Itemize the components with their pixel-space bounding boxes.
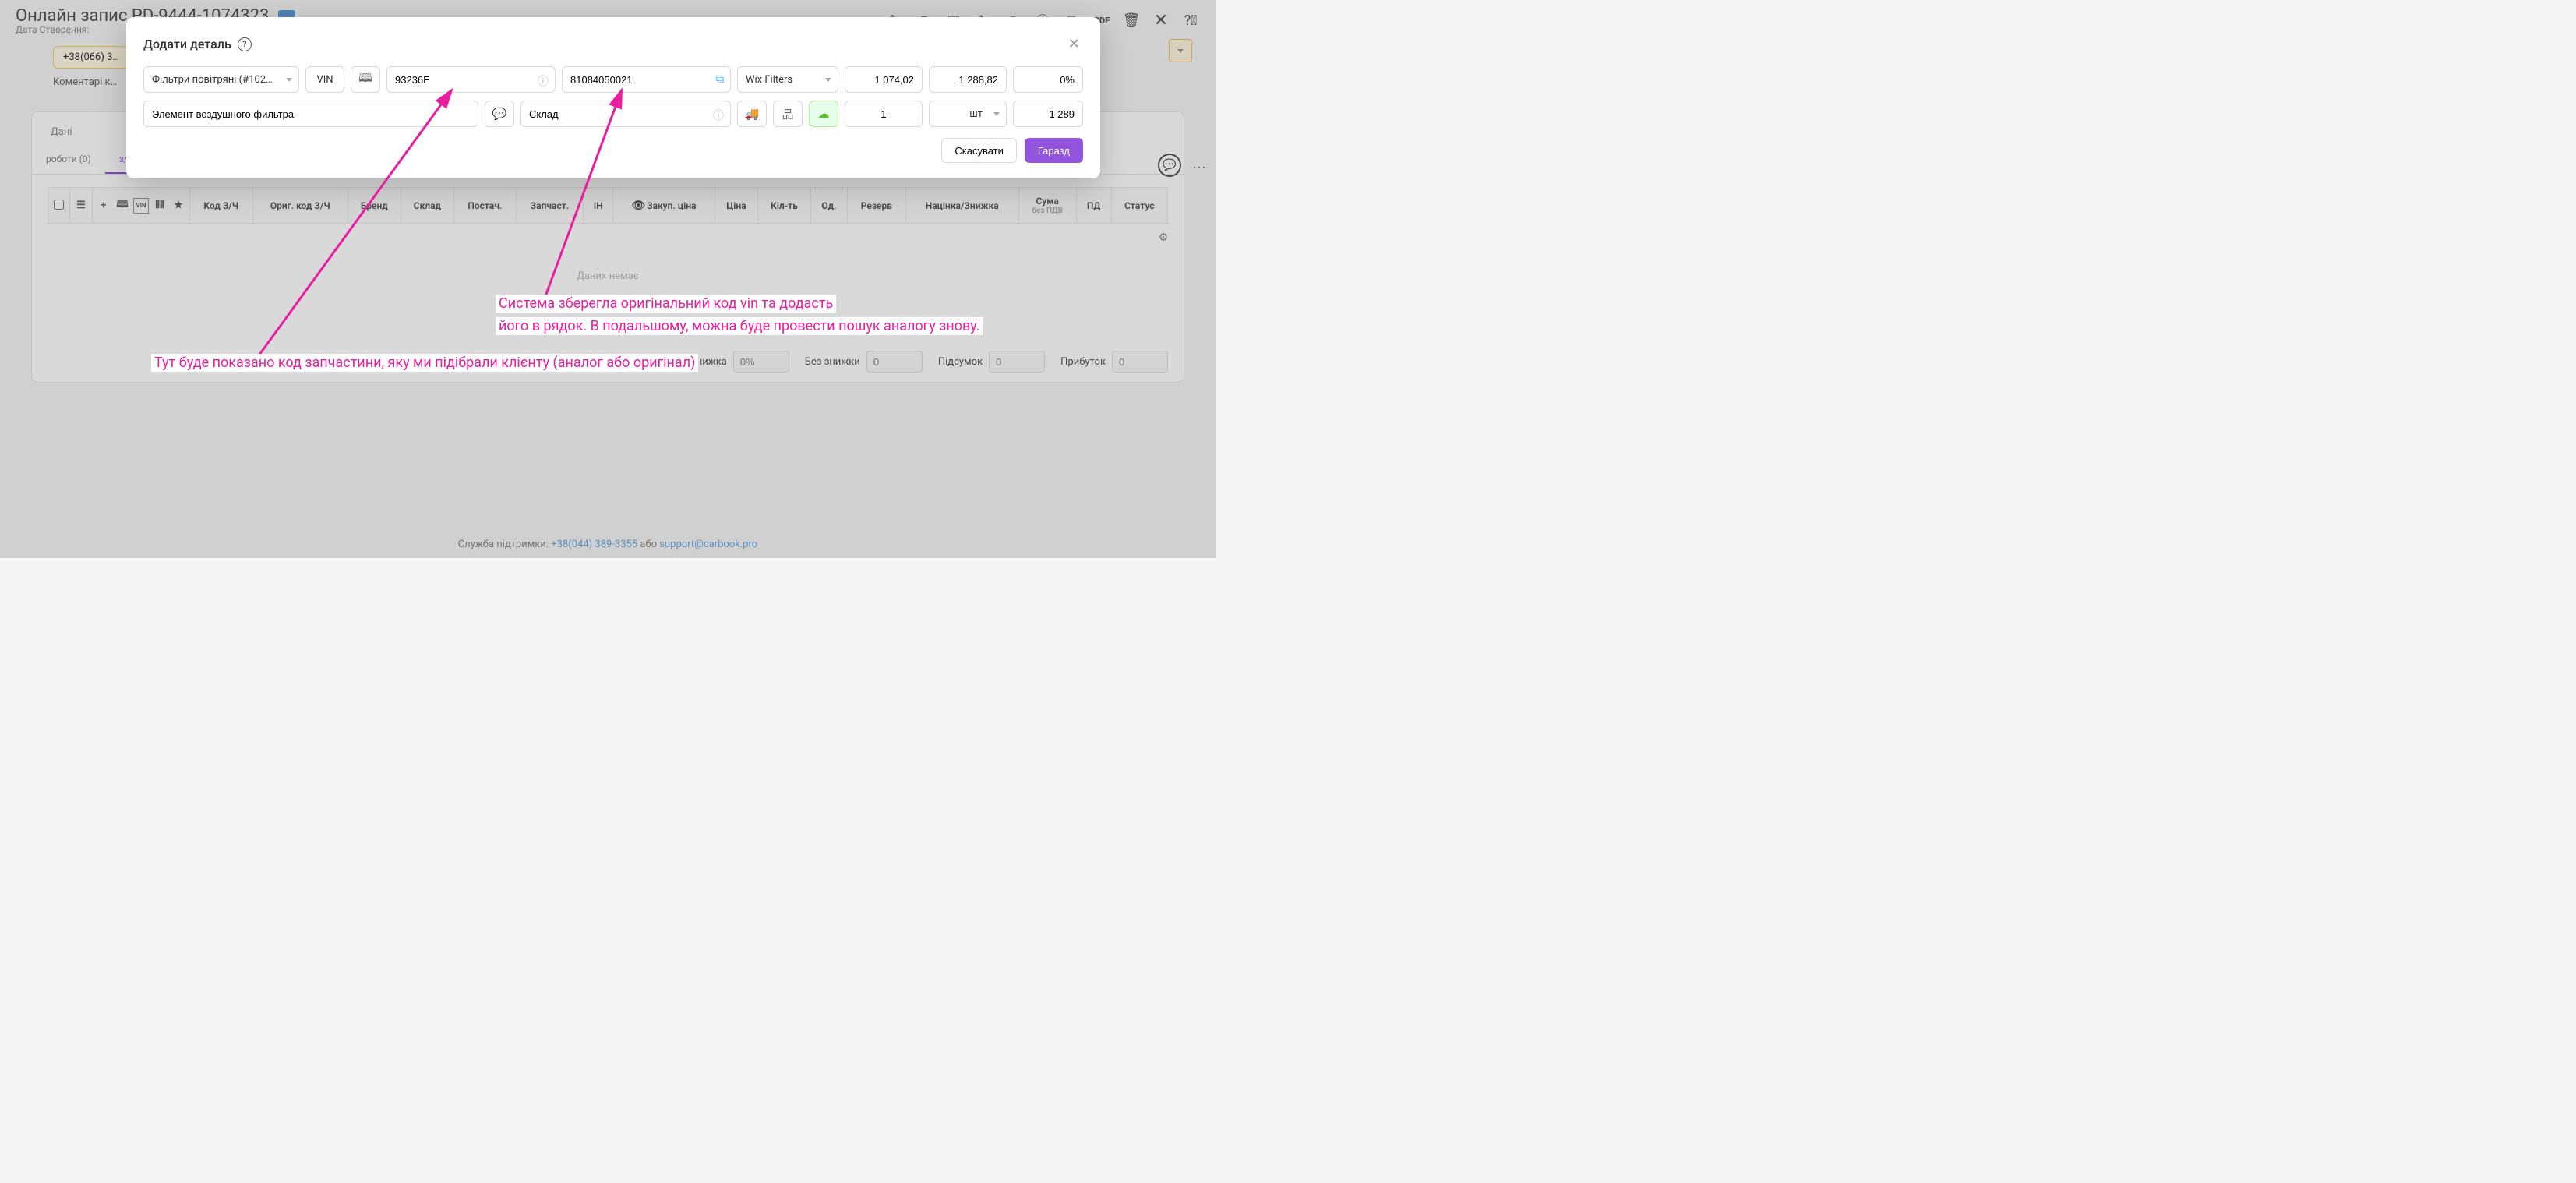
cancel-button[interactable]: Скасувати — [941, 138, 1017, 163]
schema-icon-button[interactable]: 品 — [773, 101, 803, 127]
modal-close-icon[interactable]: ✕ — [1065, 33, 1083, 55]
warehouse-input[interactable]: ⓘ — [520, 101, 731, 127]
modal-row-1: Фільтри повітряні (#102… VIN 🕮 ⓘ ⧉ Wix F… — [143, 66, 1083, 93]
copy-icon[interactable]: ⧉ — [716, 73, 724, 86]
part-code-field[interactable] — [395, 74, 547, 86]
discount-field[interactable] — [1022, 74, 1075, 86]
help-circle-icon[interactable]: ? — [238, 37, 252, 51]
annotation-1-line-1: Система зберегла оригінальний код vin та… — [496, 295, 836, 313]
orig-code-input[interactable]: ⧉ — [562, 66, 731, 93]
vin-button[interactable]: VIN — [305, 66, 344, 93]
price1-input[interactable] — [845, 66, 923, 93]
add-part-modal: Додати деталь ? ✕ Фільтри повітряні (#10… — [126, 17, 1100, 178]
filter-group-select[interactable]: Фільтри повітряні (#102… — [143, 66, 299, 93]
truck-icon-button[interactable]: 🚚 — [737, 101, 767, 127]
orig-code-field[interactable] — [570, 74, 722, 86]
cloud-icon-button[interactable]: ☁ — [809, 101, 838, 127]
brand-select[interactable]: Wix Filters — [737, 66, 838, 93]
price2-field[interactable] — [937, 74, 998, 86]
discount-input[interactable] — [1013, 66, 1083, 93]
part-name-field[interactable] — [152, 108, 470, 120]
annotation-2: Тут буде показано код запчастини, яку ми… — [151, 354, 698, 372]
info-icon[interactable]: ⓘ — [538, 73, 549, 89]
catalog-button[interactable]: 🕮 — [351, 66, 380, 93]
ok-button[interactable]: Гаразд — [1025, 138, 1083, 163]
price2-input[interactable] — [929, 66, 1007, 93]
warehouse-info-icon[interactable]: ⓘ — [713, 108, 724, 123]
price1-field[interactable] — [853, 74, 914, 86]
modal-row-2: 💬 ⓘ 🚚 品 ☁ шт — [143, 101, 1083, 127]
sum-field[interactable] — [1022, 108, 1075, 120]
sum-input[interactable] — [1013, 101, 1083, 127]
comment-icon-button[interactable]: 💬 — [485, 101, 514, 127]
modal-title: Додати деталь ? — [143, 37, 252, 51]
qty-field[interactable] — [853, 108, 914, 120]
part-code-input[interactable]: ⓘ — [386, 66, 556, 93]
unit-select[interactable]: шт — [929, 101, 1007, 127]
modal-footer: Скасувати Гаразд — [143, 138, 1083, 163]
part-name-input[interactable] — [143, 101, 478, 127]
qty-input[interactable] — [845, 101, 923, 127]
annotation-1-line-2: його в рядок. В подальшому, можна буде п… — [496, 317, 983, 335]
warehouse-field[interactable] — [529, 108, 722, 120]
